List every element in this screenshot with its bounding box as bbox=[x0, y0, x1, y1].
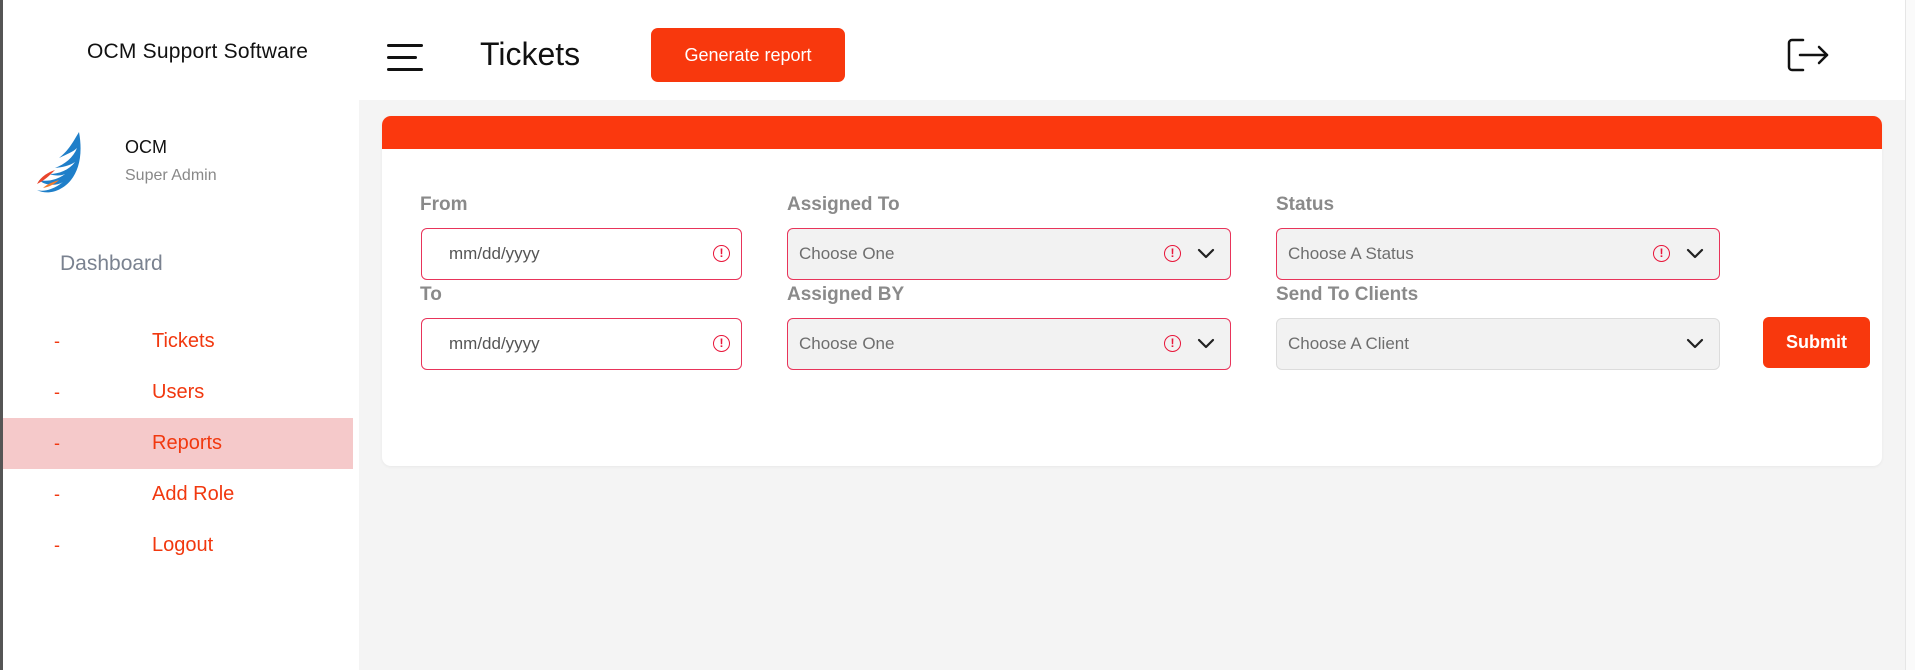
sidebar-nav: - Tickets - Users - Reports - Add Role -… bbox=[3, 316, 353, 571]
profile-name: OCM bbox=[125, 137, 167, 157]
from-date-placeholder: mm/dd/yyyy bbox=[449, 244, 540, 263]
hamburger-icon[interactable] bbox=[387, 44, 423, 74]
card-header-bar bbox=[382, 116, 1882, 149]
status-label: Status bbox=[1276, 194, 1335, 215]
sidebar: OCM Support Software OCM Super Admin Das… bbox=[3, 0, 359, 670]
to-label: To bbox=[420, 284, 442, 305]
sidebar-item-label: Logout bbox=[152, 534, 214, 556]
profile-role: Super Admin bbox=[125, 167, 217, 184]
chevron-down-icon bbox=[1197, 338, 1215, 349]
sidebar-item-label: Users bbox=[152, 381, 205, 403]
from-label: From bbox=[420, 194, 468, 215]
assigned-to-value: Choose One bbox=[799, 244, 895, 263]
warning-icon: ! bbox=[713, 335, 730, 352]
sidebar-item-label: Reports bbox=[152, 432, 223, 454]
status-select[interactable]: Choose A Status ! bbox=[1276, 228, 1720, 280]
bird-logo-icon bbox=[37, 132, 81, 193]
warning-icon: ! bbox=[713, 245, 730, 262]
chevron-down-icon bbox=[1686, 248, 1704, 259]
status-value: Choose A Status bbox=[1288, 244, 1414, 263]
bullet-dash: - bbox=[54, 433, 60, 453]
assigned-to-label: Assigned To bbox=[787, 194, 900, 215]
assigned-by-select[interactable]: Choose One ! bbox=[787, 318, 1231, 370]
bullet-dash: - bbox=[54, 331, 60, 351]
sidebar-item-label: Add Role bbox=[152, 483, 235, 505]
sidebar-item-users[interactable]: - Users bbox=[3, 367, 353, 418]
report-filter-card bbox=[382, 116, 1882, 466]
send-to-clients-label: Send To Clients bbox=[1276, 284, 1419, 305]
page-title: Tickets bbox=[480, 36, 581, 72]
top-header: Tickets Generate report bbox=[359, 0, 1905, 100]
assigned-by-label: Assigned BY bbox=[787, 284, 905, 305]
brand-title: OCM Support Software bbox=[87, 40, 309, 63]
chevron-down-icon bbox=[1197, 248, 1215, 259]
sidebar-item-logout[interactable]: - Logout bbox=[3, 520, 353, 571]
sidebar-section-dashboard[interactable]: Dashboard bbox=[60, 252, 163, 276]
warning-icon: ! bbox=[1164, 245, 1181, 262]
sidebar-item-tickets[interactable]: - Tickets bbox=[3, 316, 353, 367]
profile-text: OCM Super Admin bbox=[125, 137, 217, 194]
profile: OCM Super Admin bbox=[33, 130, 217, 194]
sidebar-item-reports[interactable]: - Reports bbox=[3, 418, 353, 469]
to-date-input[interactable]: mm/dd/yyyy ! bbox=[421, 318, 742, 370]
window-scrollbar[interactable] bbox=[1905, 0, 1915, 670]
main-content bbox=[359, 100, 1905, 670]
bullet-dash: - bbox=[54, 382, 60, 402]
to-date-placeholder: mm/dd/yyyy bbox=[449, 334, 540, 353]
chevron-down-icon bbox=[1686, 338, 1704, 349]
bullet-dash: - bbox=[54, 484, 60, 504]
logout-icon[interactable] bbox=[1787, 36, 1831, 74]
warning-icon: ! bbox=[1653, 245, 1670, 262]
send-to-clients-select[interactable]: Choose A Client bbox=[1276, 318, 1720, 370]
assigned-by-value: Choose One bbox=[799, 334, 895, 353]
assigned-to-select[interactable]: Choose One ! bbox=[787, 228, 1231, 280]
generate-report-button[interactable]: Generate report bbox=[651, 28, 845, 82]
warning-icon: ! bbox=[1164, 335, 1181, 352]
submit-button[interactable]: Submit bbox=[1763, 317, 1870, 368]
from-date-input[interactable]: mm/dd/yyyy ! bbox=[421, 228, 742, 280]
sidebar-item-label: Tickets bbox=[152, 330, 215, 352]
send-to-clients-value: Choose A Client bbox=[1288, 334, 1409, 353]
bullet-dash: - bbox=[54, 535, 60, 555]
sidebar-item-add-role[interactable]: - Add Role bbox=[3, 469, 353, 520]
